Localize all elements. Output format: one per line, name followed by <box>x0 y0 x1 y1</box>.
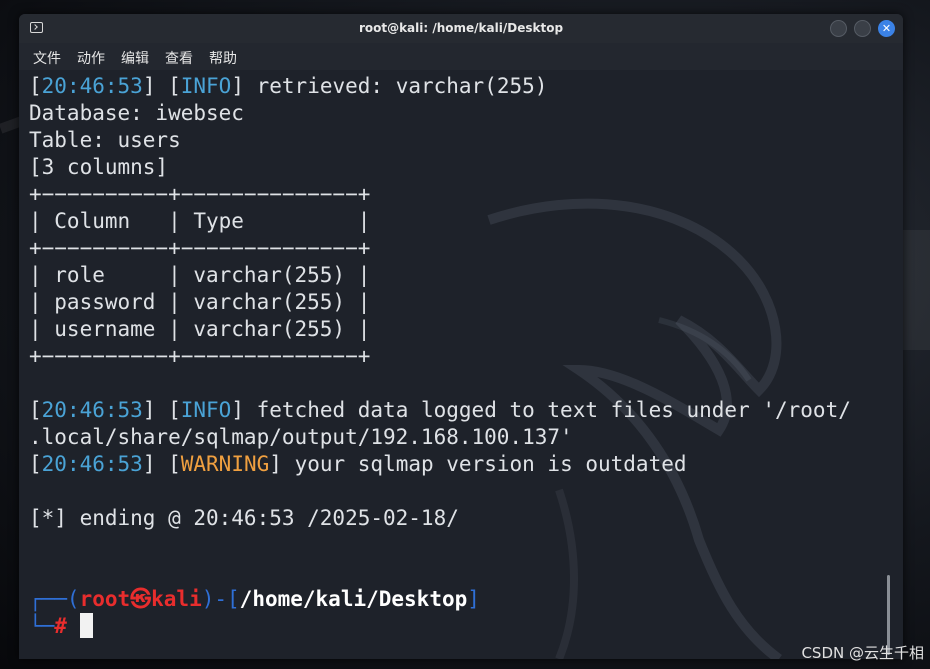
minimize-button[interactable] <box>830 20 847 37</box>
log-line-database: Database: iwebsec <box>29 101 244 125</box>
terminal-window: root@kali: /home/kali/Desktop ✕ 文件 动作 编辑… <box>19 14 903 659</box>
terminal-output[interactable]: [20:46:53] [INFO] retrieved: varchar(255… <box>19 70 903 659</box>
window-titlebar[interactable]: root@kali: /home/kali/Desktop ✕ <box>19 14 903 43</box>
log-line-columns: [3 columns] <box>29 155 169 179</box>
window-title: root@kali: /home/kali/Desktop <box>358 21 564 35</box>
log-line-fetched-path: .local/share/sqlmap/output/192.168.100.1… <box>29 425 573 449</box>
menu-help[interactable]: 帮助 <box>209 48 237 68</box>
wallpaper-streak <box>903 230 930 350</box>
log-line-table: Table: users <box>29 128 181 152</box>
prompt-user: root㉿kali <box>79 587 202 611</box>
menu-actions[interactable]: 动作 <box>77 48 105 68</box>
table-border-bottom: +−−−−−−−−−−+−−−−−−−−−−−−−−+ <box>29 344 371 368</box>
shell-prompt-line1: ┌──(root㉿kali)-[/home/kali/Desktop] <box>29 587 480 611</box>
shell-prompt-line2[interactable]: └─# <box>29 613 93 640</box>
table-row: | username | varchar(255) | <box>29 317 371 341</box>
table-row: | password | varchar(255) | <box>29 290 371 314</box>
log-line-warning: [20:46:53] [WARNING] your sqlmap version… <box>29 452 687 476</box>
log-line-fetched: [20:46:53] [INFO] fetched data logged to… <box>29 398 851 422</box>
menu-bar: 文件 动作 编辑 查看 帮助 <box>19 43 903 70</box>
text-cursor <box>79 613 93 638</box>
menu-view[interactable]: 查看 <box>165 48 193 68</box>
table-row: | role | varchar(255) | <box>29 263 371 287</box>
desktop-background: root@kali: /home/kali/Desktop ✕ 文件 动作 编辑… <box>0 0 930 669</box>
log-line-ending: [*] ending @ 20:46:53 /2025-02-18/ <box>29 506 459 530</box>
maximize-button[interactable] <box>854 20 871 37</box>
prompt-path: /home/kali/Desktop <box>239 587 468 611</box>
menu-file[interactable]: 文件 <box>33 48 61 68</box>
csdn-watermark: CSDN @云生千相 <box>801 644 924 662</box>
table-border-top: +−−−−−−−−−−+−−−−−−−−−−−−−−+ <box>29 182 371 206</box>
log-line-retrieved: [20:46:53] [INFO] retrieved: varchar(255… <box>29 74 548 98</box>
close-button[interactable]: ✕ <box>878 20 895 37</box>
table-header: | Column | Type | <box>29 209 371 233</box>
table-border-mid: +−−−−−−−−−−+−−−−−−−−−−−−−−+ <box>29 236 371 260</box>
menu-edit[interactable]: 编辑 <box>121 48 149 68</box>
